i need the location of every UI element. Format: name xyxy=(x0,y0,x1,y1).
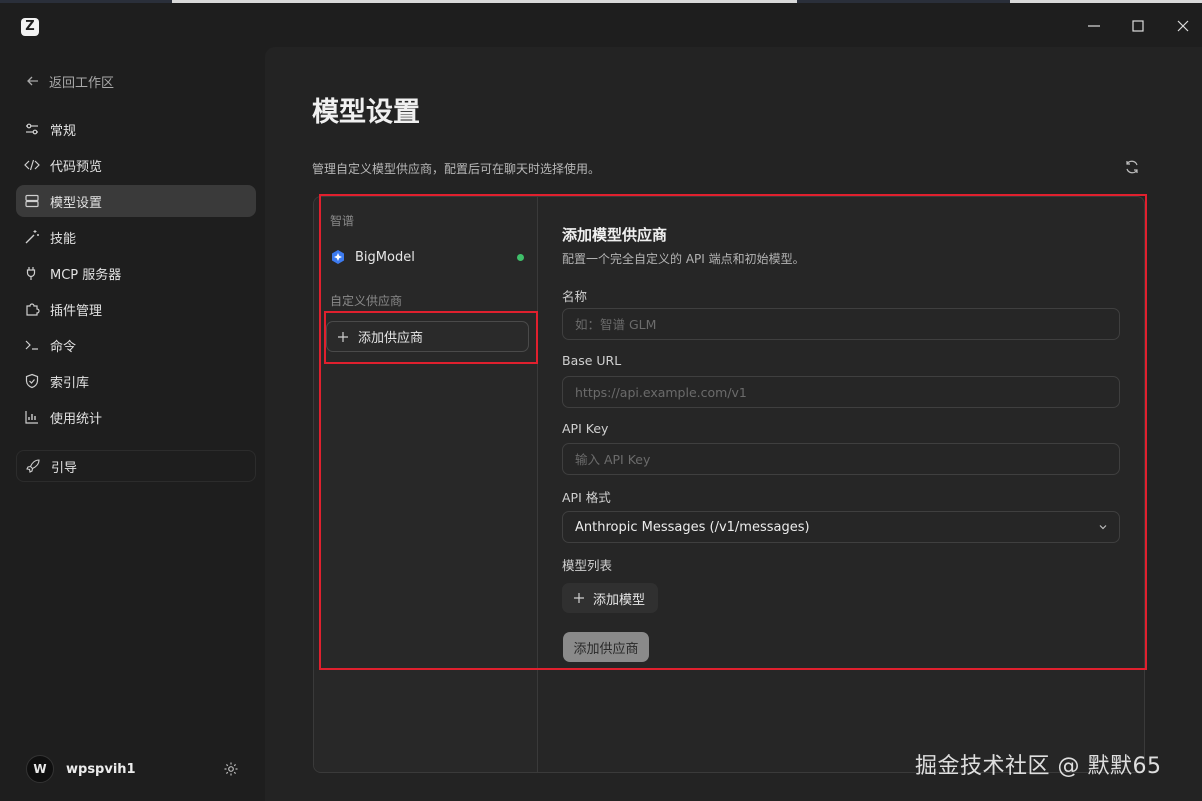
sliders-icon xyxy=(24,121,40,137)
sidebar-item-index[interactable]: 索引库 xyxy=(16,365,256,397)
sidebar-item-usage-stats[interactable]: 使用统计 xyxy=(16,401,256,433)
title-bar: Z xyxy=(0,3,1202,47)
plus-icon xyxy=(338,331,348,342)
sidebar-item-label: 代码预览 xyxy=(50,159,103,175)
add-provider-label: 添加供应商 xyxy=(358,331,424,346)
submit-add-provider-button[interactable]: 添加供应商 xyxy=(563,632,649,662)
custom-group-label: 自定义供应商 xyxy=(330,294,403,308)
refresh-icon xyxy=(1126,160,1138,174)
puzzle-icon xyxy=(24,301,40,317)
api-format-value: Anthropic Messages (/v1/messages) xyxy=(575,519,810,535)
sidebar-item-mcp-servers[interactable]: MCP 服务器 xyxy=(16,257,256,289)
back-label: 返回工作区 xyxy=(49,75,115,91)
status-dot xyxy=(517,254,524,261)
username: wpspvih1 xyxy=(66,761,136,777)
sidebar-item-skills[interactable]: 技能 xyxy=(16,221,256,253)
base-url-label: Base URL xyxy=(562,353,622,368)
add-provider-list-button[interactable]: 添加供应商 xyxy=(326,321,529,352)
form-title: 添加模型供应商 xyxy=(562,226,668,244)
gear-icon xyxy=(224,762,238,776)
back-to-workspace-link[interactable]: 返回工作区 xyxy=(26,71,114,91)
plug-icon xyxy=(24,265,40,281)
guide-label: 引导 xyxy=(51,460,78,476)
base-url-input[interactable] xyxy=(562,376,1120,408)
chart-icon xyxy=(24,409,40,425)
sidebar-item-label: 命令 xyxy=(50,339,77,355)
minimize-icon xyxy=(1088,25,1100,27)
sidebar-item-label: 模型设置 xyxy=(50,195,103,211)
main-content: 模型设置 管理自定义模型供应商，配置后可在聊天时选择使用。 智谱 BigMode… xyxy=(265,47,1202,801)
provider-panel: 智谱 BigModel 自定义供应商 添加供应商 添加模型供应商 配置一个完全自… xyxy=(313,196,1145,773)
api-format-select[interactable]: Anthropic Messages (/v1/messages) xyxy=(562,511,1120,543)
app-logo: Z xyxy=(21,18,39,36)
provider-list: 智谱 BigModel 自定义供应商 添加供应商 xyxy=(314,197,538,772)
sidebar-item-model-settings[interactable]: 模型设置 xyxy=(16,185,256,217)
model-list-label: 模型列表 xyxy=(562,558,613,573)
api-format-label: API 格式 xyxy=(562,490,611,505)
sidebar-item-label: 索引库 xyxy=(50,375,90,391)
form-subtitle: 配置一个完全自定义的 API 端点和初始模型。 xyxy=(562,252,805,266)
user-settings-button[interactable] xyxy=(223,761,239,781)
api-key-label: API Key xyxy=(562,421,609,436)
chevron-down-icon xyxy=(1099,525,1107,530)
add-model-button[interactable]: 添加模型 xyxy=(562,583,658,613)
avatar: W xyxy=(26,755,54,783)
sidebar-item-label: 技能 xyxy=(50,231,77,247)
sidebar-item-guide[interactable]: 引导 xyxy=(16,450,256,482)
page-title: 模型设置 xyxy=(312,97,420,128)
sidebar-item-plugins[interactable]: 插件管理 xyxy=(16,293,256,325)
server-icon xyxy=(24,193,40,209)
terminal-icon xyxy=(24,337,40,353)
magic-wand-icon xyxy=(24,229,40,245)
sidebar-item-label: 插件管理 xyxy=(50,303,103,319)
name-input[interactable] xyxy=(562,308,1120,340)
maximize-icon xyxy=(1132,20,1144,32)
settings-nav: 常规 代码预览 模型设置 技能 MCP 服务器 插件管理 命令 索引库 使用统计 xyxy=(16,113,256,437)
sidebar-item-commands[interactable]: 命令 xyxy=(16,329,256,361)
maximize-button[interactable] xyxy=(1126,14,1150,38)
sidebar-item-code-preview[interactable]: 代码预览 xyxy=(16,149,256,181)
refresh-button[interactable] xyxy=(1124,159,1140,179)
sidebar-item-label: 常规 xyxy=(50,123,77,139)
submit-label: 添加供应商 xyxy=(573,641,639,657)
sidebar-item-label: 使用统计 xyxy=(50,411,103,427)
sidebar-item-label: MCP 服务器 xyxy=(50,267,122,283)
sidebar-item-general[interactable]: 常规 xyxy=(16,113,256,145)
close-button[interactable] xyxy=(1171,14,1195,38)
bigmodel-logo-icon xyxy=(332,250,344,264)
watermark: 掘金技术社区 @ 默默65 xyxy=(915,754,1162,779)
provider-name: BigModel xyxy=(355,249,415,265)
api-key-input[interactable] xyxy=(562,443,1120,475)
provider-item-bigmodel[interactable]: BigModel xyxy=(330,246,524,268)
builtin-group-label: 智谱 xyxy=(330,214,355,228)
code-icon xyxy=(24,157,40,173)
plus-icon xyxy=(574,593,584,603)
settings-sidebar: 返回工作区 常规 代码预览 模型设置 技能 MCP 服务器 插件管理 命令 索引… xyxy=(0,47,265,801)
page-description: 管理自定义模型供应商，配置后可在聊天时选择使用。 xyxy=(312,162,601,176)
minimize-button[interactable] xyxy=(1082,14,1106,38)
shield-icon xyxy=(24,373,40,389)
close-icon xyxy=(1177,20,1189,32)
user-profile[interactable]: W wpspvih1 xyxy=(26,755,136,783)
rocket-icon xyxy=(25,458,41,474)
arrow-left-icon xyxy=(27,76,38,86)
add-model-label: 添加模型 xyxy=(593,592,646,608)
name-label: 名称 xyxy=(562,289,588,304)
